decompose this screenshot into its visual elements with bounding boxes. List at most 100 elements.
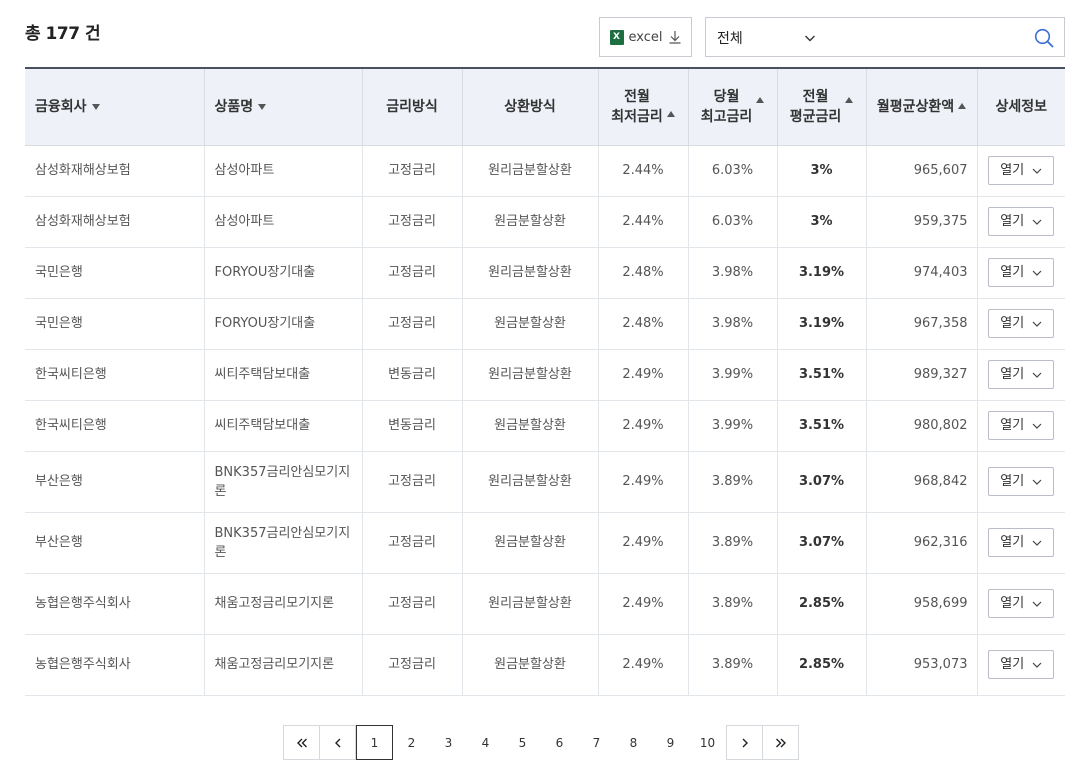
cell-company: 국민은행 — [25, 247, 205, 299]
col-prev-min-header[interactable]: 전월 최저금리 — [598, 68, 689, 146]
open-detail-button[interactable]: 열기 — [988, 528, 1055, 557]
cell-detail: 열기 — [977, 145, 1065, 197]
cell-rate-type: 변동금리 — [362, 349, 463, 401]
open-label: 열기 — [1000, 657, 1025, 672]
cell-monthly: 989,327 — [866, 349, 978, 401]
cell-prev-avg: 3.07% — [777, 451, 867, 513]
cell-prev-avg: 3% — [777, 196, 867, 248]
col-prev-min-label-1: 전월 — [624, 88, 650, 105]
col-company-header[interactable]: 금융회사 — [25, 68, 205, 146]
chevron-down-icon — [1032, 423, 1042, 429]
page-number[interactable]: 2 — [393, 725, 430, 760]
open-detail-button[interactable]: 열기 — [988, 360, 1055, 389]
cell-detail: 열기 — [977, 349, 1065, 401]
sort-up-icon — [958, 102, 967, 109]
open-detail-button[interactable]: 열기 — [988, 207, 1055, 236]
chevron-down-icon — [1032, 168, 1042, 174]
open-label: 열기 — [1000, 214, 1025, 229]
prev-page-button[interactable] — [319, 725, 356, 760]
cell-company: 삼성화재해상보험 — [25, 145, 205, 197]
cell-product: BNK357금리안심모기지론 — [204, 512, 363, 574]
first-page-button[interactable] — [283, 725, 320, 760]
table-row: 국민은행 FORYOU장기대출 고정금리 원금분할상환 2.48% 3.98% … — [25, 298, 1065, 350]
cell-product: FORYOU장기대출 — [204, 247, 363, 299]
cell-cur-max: 3.99% — [688, 349, 778, 401]
open-label: 열기 — [1000, 163, 1025, 178]
cell-detail: 열기 — [977, 196, 1065, 248]
cell-detail: 열기 — [977, 634, 1065, 696]
cell-detail: 열기 — [977, 573, 1065, 635]
cell-rate-type: 고정금리 — [362, 298, 463, 350]
table-row: 한국씨티은행 씨티주택담보대출 변동금리 원금분할상환 2.49% 3.99% … — [25, 400, 1065, 452]
cell-product: BNK357금리안심모기지론 — [204, 451, 363, 513]
cell-detail: 열기 — [977, 247, 1065, 299]
open-label: 열기 — [1000, 367, 1025, 382]
col-monthly-header[interactable]: 월평균상환액 — [866, 68, 978, 146]
page-number[interactable]: 4 — [467, 725, 504, 760]
cell-detail: 열기 — [977, 298, 1065, 350]
cell-product: 삼성아파트 — [204, 196, 363, 248]
excel-download-button[interactable]: X excel — [599, 17, 692, 57]
cell-company: 농협은행주식회사 — [25, 634, 205, 696]
page-number[interactable]: 9 — [652, 725, 689, 760]
chevron-down-icon — [1032, 372, 1042, 378]
cell-cur-max: 3.89% — [688, 573, 778, 635]
cell-prev-avg: 3.51% — [777, 400, 867, 452]
cell-monthly: 962,316 — [866, 512, 978, 574]
cell-monthly: 980,802 — [866, 400, 978, 452]
cell-prev-min: 2.49% — [598, 512, 689, 574]
page-number[interactable]: 3 — [430, 725, 467, 760]
cell-detail: 열기 — [977, 400, 1065, 452]
cell-company: 부산은행 — [25, 512, 205, 574]
cell-prev-avg: 3.19% — [777, 247, 867, 299]
open-label: 열기 — [1000, 474, 1025, 489]
open-detail-button[interactable]: 열기 — [988, 309, 1055, 338]
search-icon[interactable] — [1034, 28, 1054, 48]
open-detail-button[interactable]: 열기 — [988, 467, 1055, 496]
cell-product: 채움고정금리모기지론 — [204, 634, 363, 696]
cell-prev-min: 2.44% — [598, 145, 689, 197]
cell-product: 씨티주택담보대출 — [204, 349, 363, 401]
cell-repay-type: 원리금분할상환 — [462, 451, 599, 513]
next-page-button[interactable] — [726, 725, 763, 760]
open-detail-button[interactable]: 열기 — [988, 589, 1055, 618]
cell-prev-min: 2.48% — [598, 247, 689, 299]
page-number[interactable]: 1 — [356, 725, 393, 760]
page-number[interactable]: 8 — [615, 725, 652, 760]
chevron-right-icon — [742, 738, 748, 747]
cell-cur-max: 6.03% — [688, 196, 778, 248]
chevron-down-icon — [1032, 270, 1042, 276]
col-detail-header: 상세정보 — [977, 68, 1065, 146]
open-label: 열기 — [1000, 316, 1025, 331]
cell-prev-min: 2.44% — [598, 196, 689, 248]
cell-product: 채움고정금리모기지론 — [204, 573, 363, 635]
page-number[interactable]: 6 — [541, 725, 578, 760]
open-detail-button[interactable]: 열기 — [988, 258, 1055, 287]
last-page-button[interactable] — [762, 725, 799, 760]
col-product-header[interactable]: 상품명 — [204, 68, 363, 146]
open-detail-button[interactable]: 열기 — [988, 650, 1055, 679]
cell-rate-type: 고정금리 — [362, 634, 463, 696]
cell-repay-type: 원금분할상환 — [462, 512, 599, 574]
cell-rate-type: 변동금리 — [362, 400, 463, 452]
page-number[interactable]: 7 — [578, 725, 615, 760]
open-detail-button[interactable]: 열기 — [988, 156, 1055, 185]
table-row: 국민은행 FORYOU장기대출 고정금리 원리금분할상환 2.48% 3.98%… — [25, 247, 1065, 299]
cell-cur-max: 3.89% — [688, 634, 778, 696]
open-detail-button[interactable]: 열기 — [988, 411, 1055, 440]
filter-select[interactable]: 전체 — [705, 17, 1065, 57]
chevron-down-icon — [1032, 321, 1042, 327]
double-chevron-right-icon — [775, 738, 786, 747]
cell-repay-type: 원금분할상환 — [462, 298, 599, 350]
col-cur-max-header[interactable]: 당월 최고금리 — [688, 68, 778, 146]
page-number[interactable]: 10 — [689, 725, 726, 760]
cell-repay-type: 원금분할상환 — [462, 196, 599, 248]
col-prev-avg-label-2: 평균금리 — [789, 108, 842, 125]
cell-cur-max: 3.98% — [688, 298, 778, 350]
page-number[interactable]: 5 — [504, 725, 541, 760]
download-icon — [669, 31, 680, 44]
table-row: 부산은행 BNK357금리안심모기지론 고정금리 원리금분할상환 2.49% 3… — [25, 451, 1065, 513]
cell-repay-type: 원리금분할상환 — [462, 145, 599, 197]
cell-prev-min: 2.48% — [598, 298, 689, 350]
col-prev-avg-header[interactable]: 전월 평균금리 — [777, 68, 867, 146]
